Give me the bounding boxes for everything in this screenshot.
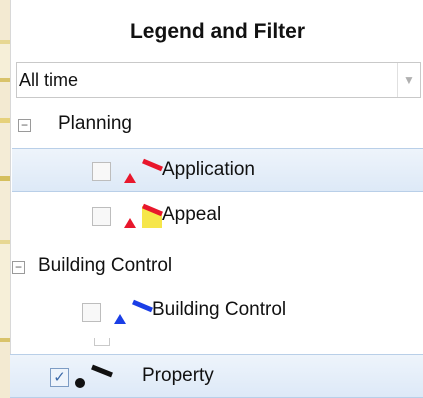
group-row-planning: − Planning (12, 104, 423, 148)
blue-triangle-marker (114, 314, 126, 324)
layer-row-property[interactable]: ✓ Property (10, 354, 423, 398)
group-row-building-control: − Building Control (12, 246, 423, 290)
layer-label-appeal: Appeal (162, 204, 222, 225)
layer-checkbox-building-control[interactable] (82, 303, 101, 322)
legend-filter-panel: Legend and Filter All time ▼ − Planning … (10, 0, 423, 398)
group-label-building-control: Building Control (38, 255, 173, 276)
time-filter-select[interactable]: All time ▼ (16, 62, 421, 98)
red-triangle-marker (124, 218, 136, 228)
layer-checkbox-application[interactable] (92, 162, 111, 181)
layer-checkbox-appeal[interactable] (92, 207, 111, 226)
layer-checkbox-property[interactable]: ✓ (50, 368, 69, 387)
red-line-symbol (142, 158, 163, 172)
black-line-symbol (91, 364, 113, 378)
red-triangle-marker (124, 173, 136, 183)
layer-label-application: Application (162, 159, 255, 180)
layer-row-application[interactable]: Application (12, 148, 423, 192)
collapse-icon[interactable]: − (12, 261, 25, 274)
layer-row-building-control[interactable]: Building Control (12, 290, 423, 334)
chevron-down-icon[interactable]: ▼ (397, 63, 420, 97)
partial-checkbox (94, 338, 110, 346)
collapse-icon[interactable]: − (18, 119, 31, 132)
layer-label-building-control: Building Control (152, 299, 287, 320)
time-filter-value: All time (19, 70, 79, 90)
black-dot-marker (75, 378, 85, 388)
layer-label-property: Property (142, 365, 214, 386)
panel-title: Legend and Filter (129, 20, 305, 43)
map-background-strip (0, 0, 11, 398)
group-label-planning: Planning (58, 113, 132, 134)
layer-row-appeal[interactable]: Appeal (12, 194, 423, 238)
property-symbol-icon (75, 364, 113, 388)
blue-line-symbol (132, 299, 153, 313)
